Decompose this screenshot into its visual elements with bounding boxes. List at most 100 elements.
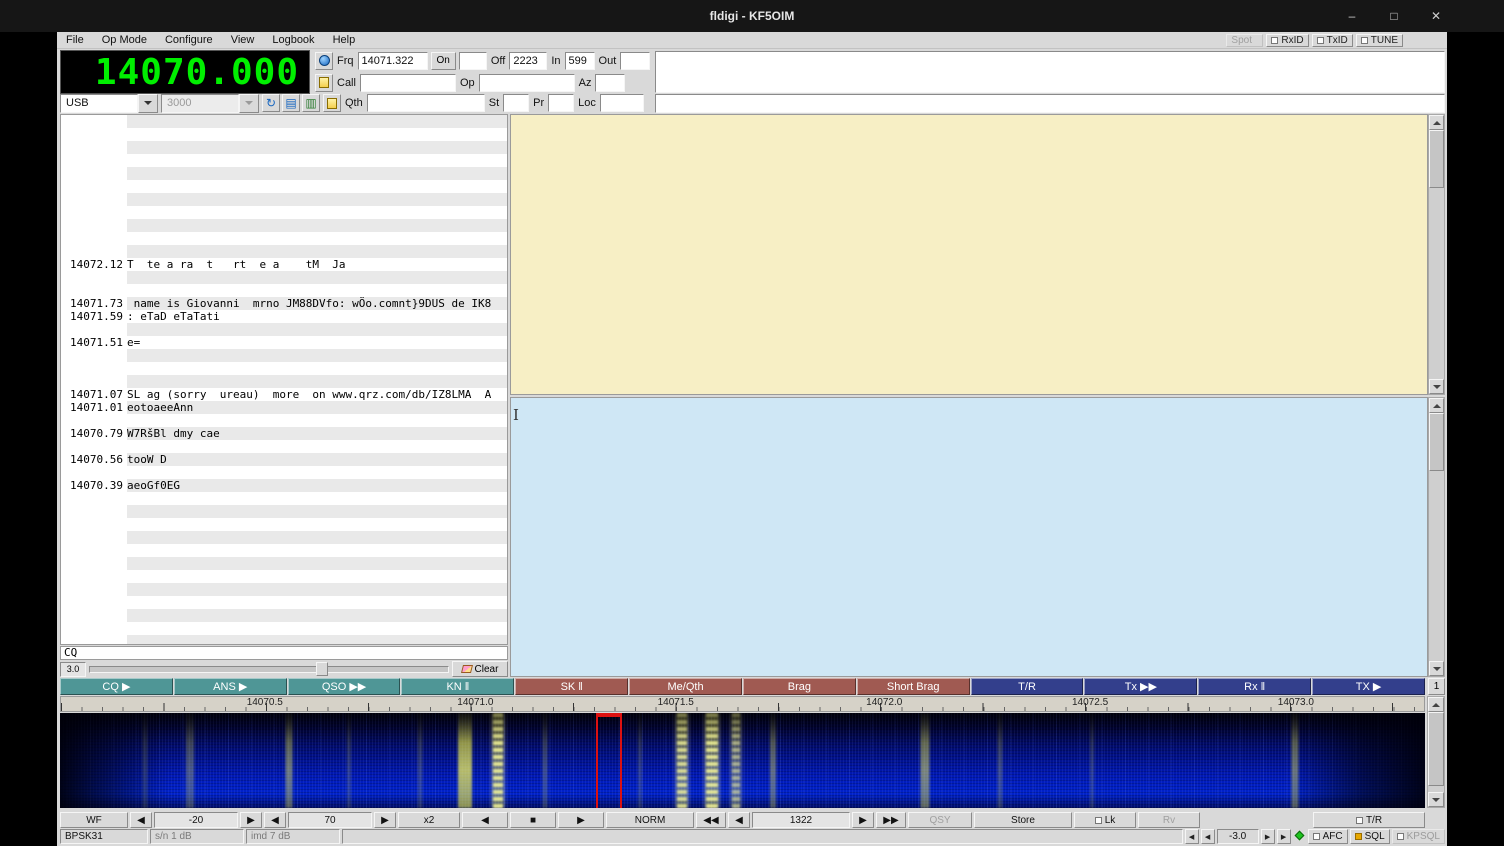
refresh-icon-button[interactable]: ↻ xyxy=(262,94,280,112)
rx-scroll-thumb[interactable] xyxy=(1429,130,1444,188)
macro-tx-big[interactable]: TX ▶ xyxy=(1312,678,1425,695)
browser-seek-field[interactable]: CQ xyxy=(60,646,508,660)
notes-icon-button-1[interactable] xyxy=(315,74,333,92)
st-field[interactable] xyxy=(503,94,529,112)
wf-scroll-thumb[interactable] xyxy=(1428,712,1444,786)
scroll-down-icon[interactable] xyxy=(1428,792,1444,807)
carrier-coarse-down-button[interactable]: ◀◀ xyxy=(696,812,726,828)
log-notes-field[interactable] xyxy=(655,51,1445,93)
maximize-button[interactable]: □ xyxy=(1386,9,1402,23)
wf-mode-button[interactable]: WF xyxy=(60,812,128,828)
browser-row[interactable] xyxy=(61,596,507,609)
browser-clear-button[interactable]: Clear xyxy=(452,661,508,677)
macro-t-r[interactable]: T/R xyxy=(971,678,1084,695)
browser-row[interactable]: 14071.59: eTaD eTaTati xyxy=(61,310,507,323)
menu-help[interactable]: Help xyxy=(324,33,365,47)
browser-row[interactable] xyxy=(61,609,507,622)
browser-row[interactable] xyxy=(61,245,507,258)
rst-in-field[interactable] xyxy=(565,52,595,70)
time-on-field[interactable] xyxy=(459,52,487,70)
macro-sk[interactable]: SK ‖ xyxy=(515,678,628,695)
scroll-down-icon[interactable] xyxy=(1429,379,1444,394)
az-field[interactable] xyxy=(595,74,625,92)
waterfall-display[interactable] xyxy=(60,713,1425,808)
notes-icon-button-2[interactable] xyxy=(323,94,341,112)
scroll-up-icon[interactable] xyxy=(1429,115,1444,130)
rx-text-panel[interactable] xyxy=(510,114,1428,395)
browser-row[interactable]: 14071.07SL ag (sorry ureau) more on www.… xyxy=(61,388,507,401)
browser-row[interactable] xyxy=(61,466,507,479)
browser-row[interactable] xyxy=(61,622,507,635)
browser-row[interactable]: 14072.12T te a ra t rt e a tM Ja xyxy=(61,258,507,271)
browser-row[interactable] xyxy=(61,180,507,193)
wf-level-up-button[interactable]: ▶ xyxy=(240,812,262,828)
browser-row[interactable]: 14070.56tooW D xyxy=(61,453,507,466)
afc-left-fast-button[interactable]: ◀ xyxy=(1185,829,1199,844)
browser-row[interactable] xyxy=(61,154,507,167)
wf-range-down-button[interactable]: ◀ xyxy=(264,812,286,828)
sideband-dropdown-button[interactable] xyxy=(138,94,158,113)
minimize-button[interactable]: – xyxy=(1344,9,1360,23)
browser-row[interactable] xyxy=(61,492,507,505)
copy-icon-button[interactable]: ▤ xyxy=(282,94,300,112)
store-button[interactable]: Store xyxy=(974,812,1072,828)
browser-row[interactable] xyxy=(61,414,507,427)
browser-row[interactable] xyxy=(61,362,507,375)
txid-toggle[interactable]: TxID xyxy=(1312,34,1353,47)
browser-row[interactable] xyxy=(61,141,507,154)
rxid-toggle[interactable]: RxID xyxy=(1266,34,1308,47)
wf-scroll-stop-button[interactable]: ■ xyxy=(510,812,556,828)
tx-scroll-thumb[interactable] xyxy=(1429,413,1444,471)
browser-row[interactable] xyxy=(61,505,507,518)
rx-scroll-track[interactable] xyxy=(1429,130,1444,379)
wf-range-up-button[interactable]: ▶ xyxy=(374,812,396,828)
afc-left-button[interactable]: ◀ xyxy=(1201,829,1215,844)
browser-row[interactable] xyxy=(61,635,507,645)
macro-rx[interactable]: Rx ‖ xyxy=(1198,678,1311,695)
qth-field[interactable] xyxy=(367,94,485,112)
scroll-up-icon[interactable] xyxy=(1428,697,1444,712)
menu-op-mode[interactable]: Op Mode xyxy=(93,33,156,47)
sideband-combo[interactable]: USB xyxy=(60,94,158,113)
pr-field[interactable] xyxy=(548,94,574,112)
browser-row[interactable] xyxy=(61,206,507,219)
menu-logbook[interactable]: Logbook xyxy=(263,33,323,47)
browser-row[interactable] xyxy=(61,583,507,596)
waterfall-cursor[interactable] xyxy=(596,713,622,808)
log-extra-field[interactable] xyxy=(655,94,1445,113)
tx-text-panel[interactable]: I xyxy=(510,397,1428,677)
slider-thumb[interactable] xyxy=(316,662,328,676)
frequency-display[interactable]: 14070.000 xyxy=(60,50,310,94)
browser-row[interactable] xyxy=(61,271,507,284)
wf-zoom-button[interactable]: x2 xyxy=(398,812,460,828)
browser-row[interactable]: 14070.79W7RšBl dmy cae xyxy=(61,427,507,440)
tx-scroll-track[interactable] xyxy=(1429,413,1444,661)
time-on-button[interactable]: On xyxy=(431,52,456,70)
tune-button[interactable]: TUNE xyxy=(1356,34,1403,47)
macro-me-qth[interactable]: Me/Qth xyxy=(629,678,742,695)
browser-row[interactable] xyxy=(61,323,507,336)
carrier-coarse-up-button[interactable]: ▶▶ xyxy=(876,812,906,828)
loc-field[interactable] xyxy=(600,94,644,112)
browser-row[interactable] xyxy=(61,232,507,245)
wf-level-down-button[interactable]: ◀ xyxy=(130,812,152,828)
browser-row[interactable] xyxy=(61,193,507,206)
afc-right-button[interactable]: ▶ xyxy=(1261,829,1275,844)
browser-row[interactable]: 14071.01eotoaeeAnn xyxy=(61,401,507,414)
browser-row[interactable]: 14071.51e= xyxy=(61,336,507,349)
macro-short-brag[interactable]: Short Brag xyxy=(857,678,970,695)
macro-qso[interactable]: QSO ▶▶ xyxy=(288,678,401,695)
browser-row[interactable] xyxy=(61,115,507,128)
carrier-up-button[interactable]: ▶ xyxy=(852,812,874,828)
afc-toggle[interactable]: AFC xyxy=(1308,829,1348,844)
menu-file[interactable]: File xyxy=(57,33,93,47)
browser-row[interactable] xyxy=(61,375,507,388)
macro-brag[interactable]: Brag xyxy=(743,678,856,695)
browser-row[interactable] xyxy=(61,284,507,297)
wf-speed-button[interactable]: NORM xyxy=(606,812,694,828)
scroll-down-icon[interactable] xyxy=(1429,661,1444,676)
browser-row[interactable] xyxy=(61,128,507,141)
lookup-icon-button[interactable] xyxy=(315,52,333,70)
close-button[interactable]: ✕ xyxy=(1428,9,1444,23)
rst-out-field[interactable] xyxy=(620,52,650,70)
